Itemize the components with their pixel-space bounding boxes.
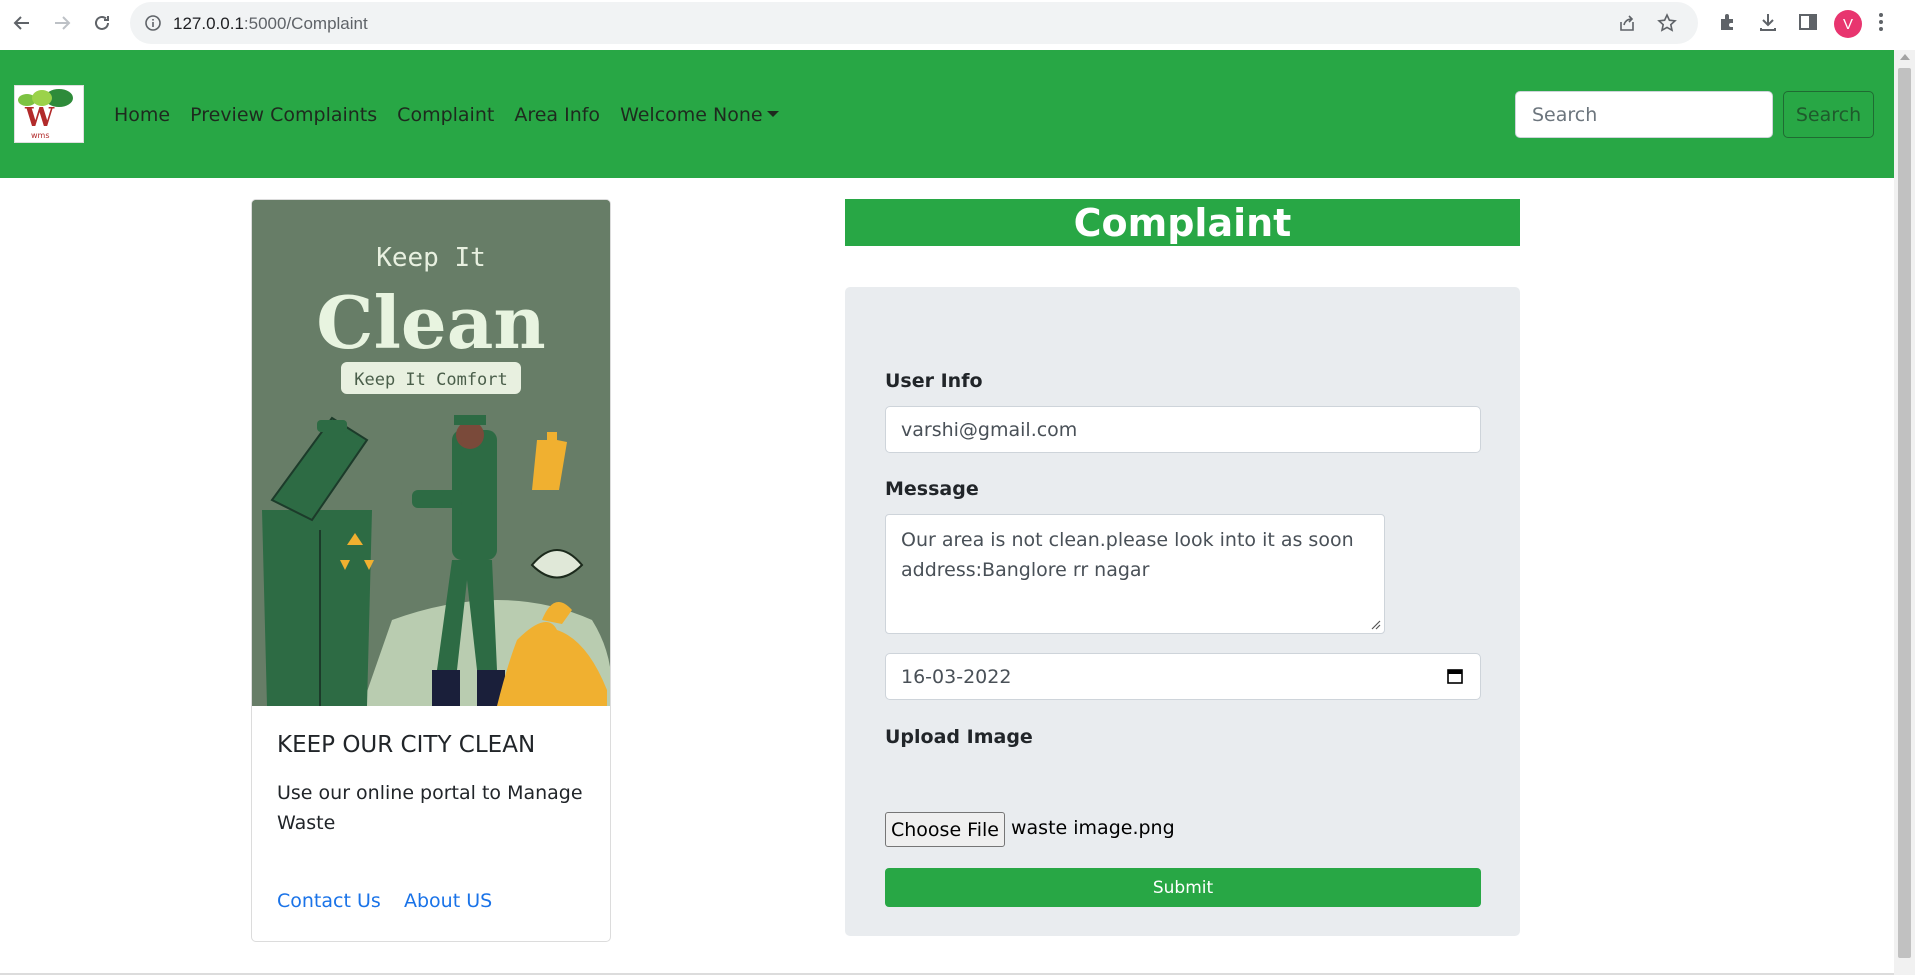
profile-avatar[interactable]: V	[1834, 10, 1862, 38]
nav-home[interactable]: Home	[114, 104, 170, 126]
calendar-icon[interactable]	[1446, 667, 1464, 685]
date-value: 16-03-2022	[901, 665, 1012, 688]
submit-button[interactable]: Submit	[885, 868, 1481, 907]
bookmark-star-icon[interactable]	[1657, 13, 1677, 37]
svg-text:Keep It: Keep It	[376, 243, 486, 273]
back-icon[interactable]	[9, 10, 35, 36]
svg-text:Keep It Comfort: Keep It Comfort	[354, 370, 508, 390]
scroll-up-icon[interactable]	[1900, 54, 1910, 60]
date-field[interactable]: 16-03-2022	[885, 653, 1481, 700]
user-info-label: User Info	[885, 370, 983, 392]
vertical-scrollbar[interactable]	[1894, 50, 1915, 975]
upload-image-label: Upload Image	[885, 726, 1033, 748]
card-text: Use our online portal to Manage Waste	[277, 782, 583, 834]
message-line-1: Our area is not clean.please look into i…	[901, 529, 1354, 551]
scrollbar-thumb[interactable]	[1898, 68, 1911, 958]
nav-preview-complaints[interactable]: Preview Complaints	[190, 104, 377, 126]
forward-icon[interactable]	[49, 10, 75, 36]
address-bar[interactable]: 127.0.0.1:5000/Complaint	[130, 2, 1698, 44]
reload-icon[interactable]	[89, 10, 115, 36]
contact-us-link[interactable]: Contact Us	[277, 890, 381, 912]
url-text: 127.0.0.1:5000/Complaint	[173, 14, 368, 33]
nav-welcome-dropdown[interactable]: Welcome None	[620, 104, 779, 126]
svg-text:wms: wms	[31, 131, 50, 140]
about-us-link[interactable]: About US	[404, 890, 492, 912]
complaint-form: User Info varshi@gmail.com Message Our a…	[845, 287, 1520, 936]
choose-file-button[interactable]: Choose File	[885, 812, 1005, 847]
side-panel-icon[interactable]	[1797, 11, 1819, 37]
message-textarea[interactable]: Our area is not clean.please look into i…	[885, 514, 1385, 634]
extensions-icon[interactable]	[1717, 11, 1739, 37]
keep-it-clean-poster: Keep It Clean Keep It Comfort	[252, 200, 610, 706]
chevron-down-icon	[766, 110, 779, 117]
resize-handle-icon[interactable]	[1371, 620, 1381, 630]
menu-kebab-icon[interactable]	[1877, 11, 1885, 37]
svg-text:Clean: Clean	[316, 280, 545, 365]
info-card: Keep It Clean Keep It Comfort KEEP OUR C…	[251, 199, 611, 942]
browser-toolbar: 127.0.0.1:5000/Complaint V	[0, 0, 1915, 48]
nav-complaint[interactable]: Complaint	[397, 104, 494, 126]
nav-links: Home Preview Complaints Complaint Area I…	[114, 104, 799, 126]
site-info-icon[interactable]	[144, 14, 162, 36]
brand-logo[interactable]: W wms	[14, 85, 84, 143]
downloads-icon[interactable]	[1757, 11, 1779, 37]
message-line-2: address:Banglore rr nagar	[901, 559, 1150, 581]
user-info-field[interactable]: varshi@gmail.com	[885, 406, 1481, 453]
message-label: Message	[885, 478, 979, 500]
selected-file-name: waste image.png	[1011, 817, 1175, 839]
share-icon[interactable]	[1617, 13, 1637, 37]
card-title: KEEP OUR CITY CLEAN	[277, 732, 536, 758]
page-content: W wms Home Preview Complaints Complaint …	[0, 50, 1894, 975]
page-title: Complaint	[845, 199, 1520, 246]
svg-text:W: W	[24, 103, 55, 133]
search-input[interactable]: Search	[1515, 91, 1773, 138]
welcome-label: Welcome None	[620, 104, 763, 126]
navbar: W wms Home Preview Complaints Complaint …	[0, 50, 1894, 178]
nav-area-info[interactable]: Area Info	[514, 104, 600, 126]
search-button[interactable]: Search	[1783, 91, 1874, 138]
